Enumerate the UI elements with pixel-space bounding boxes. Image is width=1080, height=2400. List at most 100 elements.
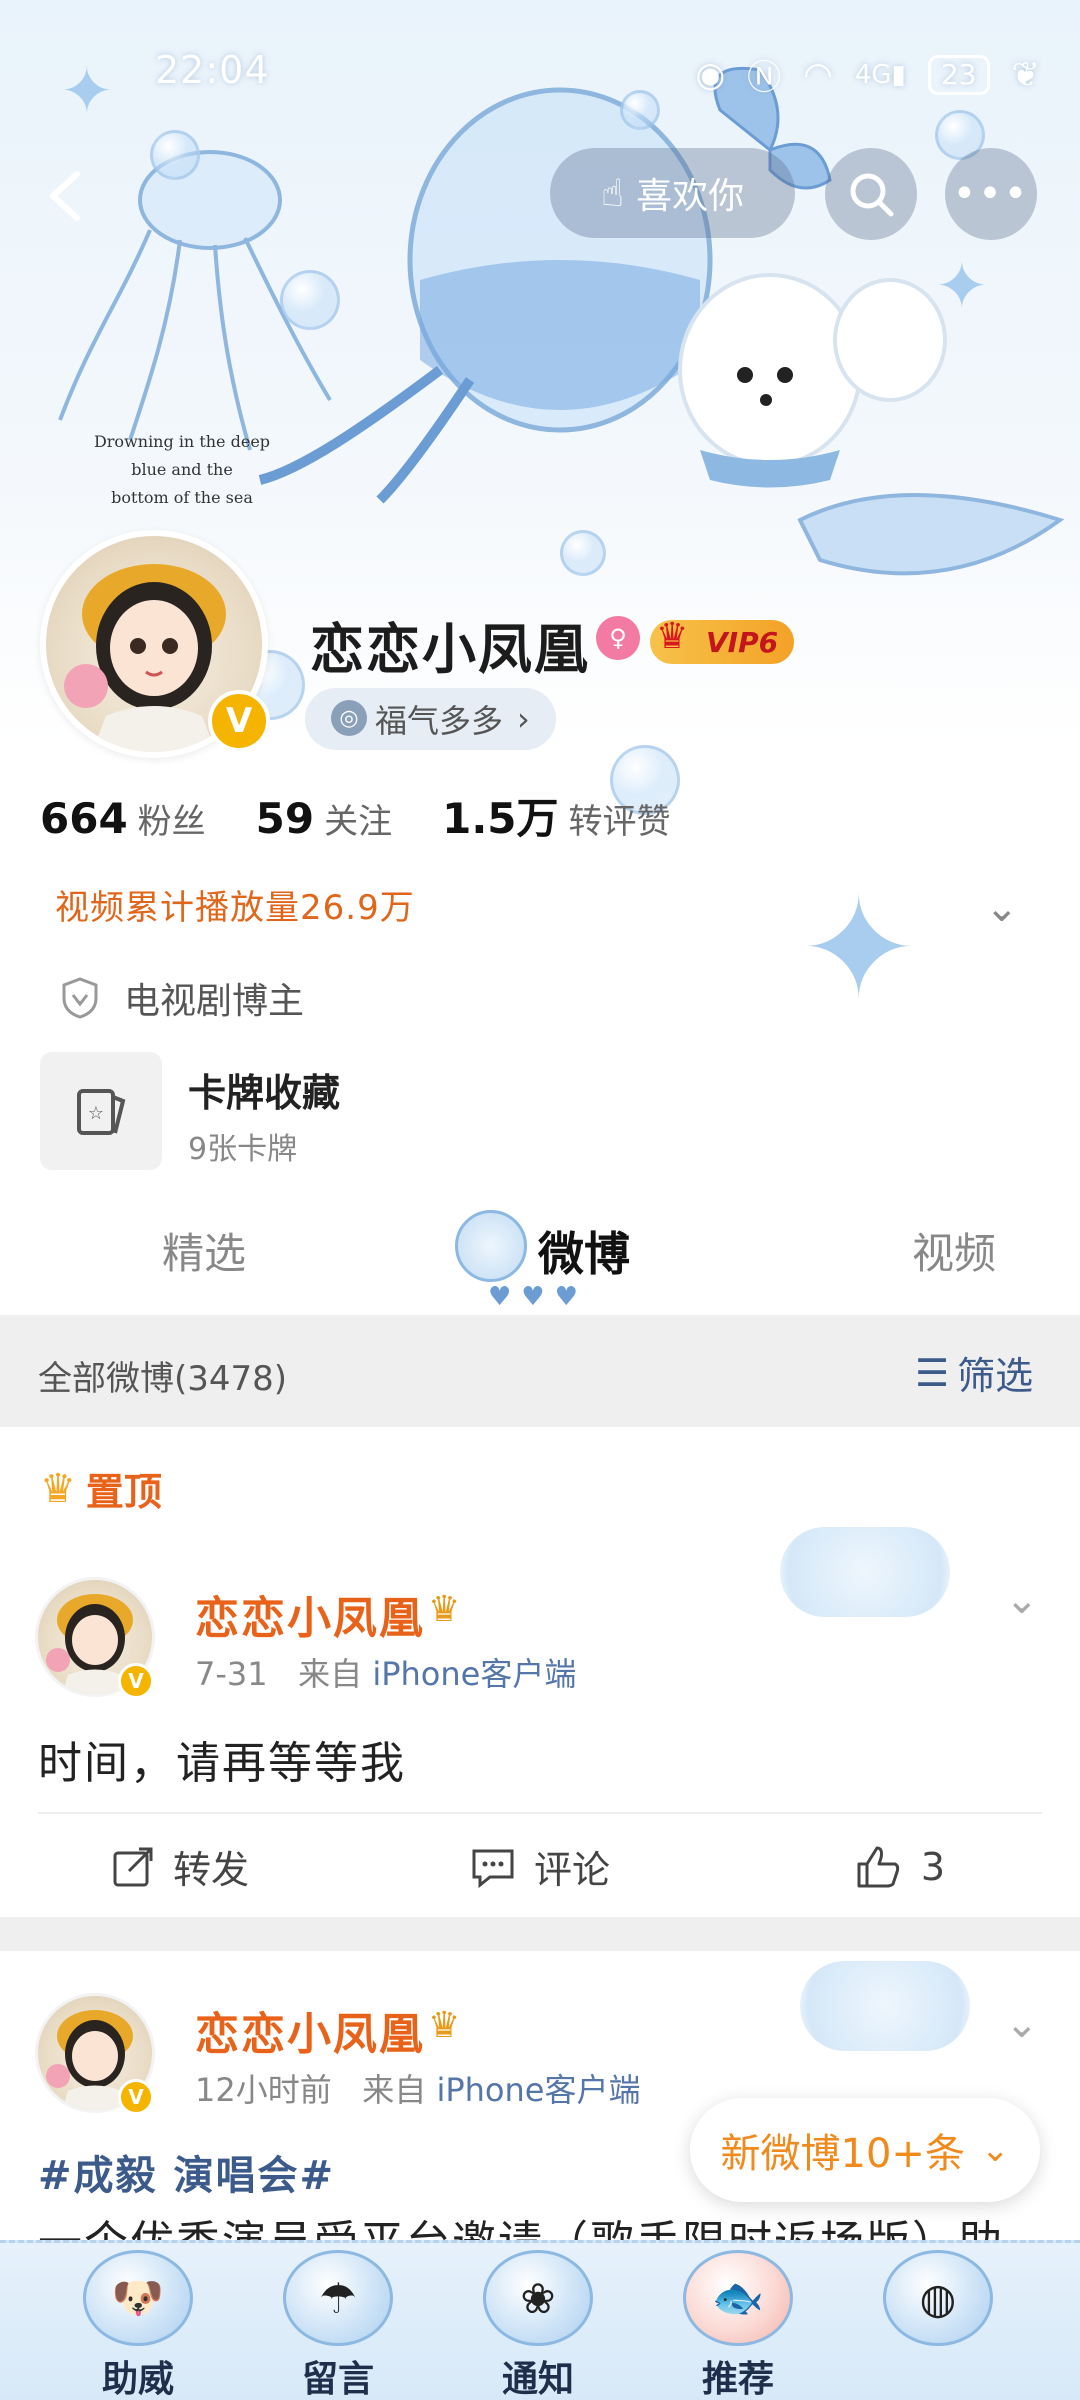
butterfly-icon: ❀ bbox=[483, 2250, 593, 2346]
chevron-down-icon[interactable]: ⌄ bbox=[1005, 2001, 1039, 2047]
card-collection-icon[interactable]: ☆ bbox=[40, 1052, 162, 1170]
filter-icon: ☰ bbox=[915, 1350, 950, 1395]
post-source: iPhone客户端 bbox=[372, 1655, 577, 1693]
all-weibo-count[interactable]: 全部微博(3478) bbox=[38, 1351, 287, 1400]
status-icons: ◉ Ⓝ ◠ 4G▮ 23 ❦ bbox=[695, 50, 1041, 99]
search-button[interactable] bbox=[825, 148, 917, 240]
stat-label: 粉丝 bbox=[137, 802, 206, 842]
crown-icon: ♛ bbox=[656, 616, 689, 657]
like-you-button[interactable]: ☝ 喜欢你 bbox=[550, 148, 795, 238]
illustration-caption: Drowning in the deep blue and the bottom… bbox=[82, 428, 282, 512]
expand-chevron-icon[interactable]: ⌄ bbox=[985, 885, 1019, 931]
filter-label: 筛选 bbox=[957, 1354, 1034, 1398]
pinned-label: ♛ 置顶 bbox=[40, 1461, 162, 1516]
post-from: 来自 bbox=[362, 2071, 427, 2109]
bottom-nav-cheer[interactable]: 🐶 助威 bbox=[68, 2250, 208, 2400]
fish-icon: 🐟 bbox=[683, 2250, 793, 2346]
bubble-decoration bbox=[560, 530, 606, 576]
like-you-label: 喜欢你 bbox=[636, 176, 745, 217]
crown-icon: ♛ bbox=[40, 1465, 76, 1512]
post-time: 7-31 bbox=[195, 1655, 268, 1693]
tab-weibo[interactable]: 微博 bbox=[538, 1218, 630, 1284]
search-icon bbox=[850, 173, 894, 217]
verified-badge: V bbox=[208, 690, 270, 752]
post-meta: 7-31 来自 iPhone客户端 bbox=[195, 1649, 576, 1695]
caption-line: bottom of the sea bbox=[111, 488, 253, 507]
stat-value: 664 bbox=[40, 794, 128, 843]
stat-value: 59 bbox=[255, 794, 315, 843]
vip-badge[interactable]: ♛ VIP6 bbox=[650, 616, 795, 664]
stat-following[interactable]: 59 关注 bbox=[256, 794, 392, 843]
new-posts-button[interactable]: 新微博10+条 ⌄ bbox=[690, 2098, 1040, 2202]
weibo-filter-bar: 全部微博(3478) ☰ 筛选 bbox=[0, 1315, 1080, 1427]
comment-button[interactable]: 评论 bbox=[360, 1839, 720, 1894]
bottom-nav-label: 通知 bbox=[501, 2359, 574, 2400]
sparkle-icon: ✦ bbox=[935, 250, 989, 324]
post-text: 时间，请再等等我 bbox=[38, 1738, 406, 1789]
post-actions: 转发 评论 3 bbox=[0, 1839, 1080, 1894]
card-collection-title[interactable]: 卡牌收藏 bbox=[188, 1062, 340, 1117]
crown-badge-icon: ♛ bbox=[428, 2005, 461, 2046]
like-count: 3 bbox=[920, 1844, 946, 1889]
battery-level: 23 bbox=[940, 57, 977, 91]
bottom-nav-notify[interactable]: ❀ 通知 bbox=[468, 2250, 608, 2400]
repost-button[interactable]: 转发 bbox=[0, 1839, 360, 1894]
more-options-button[interactable]: ••• bbox=[945, 148, 1037, 240]
nfc-icon: Ⓝ bbox=[747, 58, 782, 98]
flower-decoration-icon bbox=[455, 1210, 527, 1282]
filter-button[interactable]: ☰ 筛选 bbox=[915, 1345, 1033, 1400]
tag-label: 电视剧博主 bbox=[124, 981, 305, 1022]
profile-stats: 664 粉丝 59 关注 1.5万 转评赞 bbox=[40, 785, 671, 846]
sparkle-icon: ✦ bbox=[800, 868, 918, 1031]
thumbs-up-icon bbox=[857, 1846, 900, 1887]
fortune-bag-icon: ◎ bbox=[331, 700, 367, 736]
post-meta: 12小时前 来自 iPhone客户端 bbox=[195, 2065, 640, 2111]
post-hashtag[interactable]: #成毅 演唱会# bbox=[38, 2143, 335, 2201]
bottom-nav-label: 推荐 bbox=[701, 2359, 774, 2400]
tab-featured[interactable]: 精选 bbox=[162, 1220, 246, 1281]
pinned-text: 置顶 bbox=[85, 1470, 162, 1514]
tab-active-indicator: ♥♥♥ bbox=[488, 1282, 588, 1312]
back-arrow-icon bbox=[50, 171, 80, 221]
post-source: iPhone客户端 bbox=[436, 2071, 641, 2109]
dog-sticker-decoration bbox=[780, 1527, 950, 1617]
caption-line: blue and the bbox=[131, 460, 233, 479]
post-author-name[interactable]: 恋恋小凤凰 bbox=[195, 1582, 425, 1646]
chevron-right-icon: › bbox=[517, 700, 530, 738]
leaf-icon: ❦ bbox=[1011, 54, 1041, 95]
tab-video[interactable]: 视频 bbox=[912, 1220, 996, 1281]
video-play-count: 视频累计播放量26.9万 bbox=[55, 888, 415, 928]
verified-badge: V bbox=[118, 1663, 154, 1699]
bottom-nav-message[interactable]: ☂ 留言 bbox=[268, 2250, 408, 2400]
profile-name: 恋恋小凤凰 bbox=[310, 618, 590, 681]
card-icon: ☆ bbox=[77, 1089, 126, 1135]
post-time: 12小时前 bbox=[195, 2071, 332, 2109]
jellyfish-icon: ☂ bbox=[283, 2250, 393, 2346]
bottom-nav-label: 助威 bbox=[101, 2359, 174, 2400]
like-button[interactable]: 3 bbox=[720, 1839, 1080, 1894]
post-from: 来自 bbox=[298, 1655, 363, 1693]
back-button[interactable] bbox=[18, 148, 114, 244]
verified-badge: V bbox=[118, 2079, 154, 2115]
dog-sticker-decoration bbox=[800, 1961, 970, 2051]
post-author-name[interactable]: 恋恋小凤凰 bbox=[195, 1998, 425, 2062]
fortune-label: 福气多多 bbox=[375, 702, 504, 740]
stat-engagement[interactable]: 1.5万 转评赞 bbox=[442, 785, 670, 846]
wifi-icon: ◠ bbox=[803, 54, 833, 95]
stat-fans[interactable]: 664 粉丝 bbox=[40, 794, 206, 843]
chevron-down-icon[interactable]: ⌄ bbox=[1005, 1577, 1039, 1623]
bottom-nav-label: 留言 bbox=[301, 2359, 374, 2400]
card-collection-count: 9张卡牌 bbox=[188, 1132, 298, 1167]
profile-tag[interactable]: 电视剧博主 bbox=[60, 972, 304, 1024]
shield-icon bbox=[62, 977, 98, 1019]
comment-label: 评论 bbox=[533, 1848, 610, 1892]
bubble-decoration bbox=[280, 270, 340, 330]
repost-icon bbox=[113, 1847, 153, 1886]
bottom-nav-more[interactable]: ◍ bbox=[868, 2250, 1008, 2350]
stat-value: 1.5万 bbox=[442, 794, 559, 843]
caption-line: Drowning in the deep bbox=[93, 432, 271, 451]
weibo-post: ♛ 置顶 ⌄ V 恋恋小凤凰 ♛ 7-31 来自 iPhone客户端 时间，请再… bbox=[0, 1427, 1080, 1917]
bottom-nav-recommend[interactable]: 🐟 推荐 bbox=[668, 2250, 808, 2400]
fortune-badge[interactable]: ◎ 福气多多 › bbox=[305, 688, 556, 750]
eye-icon: ◉ bbox=[695, 54, 726, 95]
